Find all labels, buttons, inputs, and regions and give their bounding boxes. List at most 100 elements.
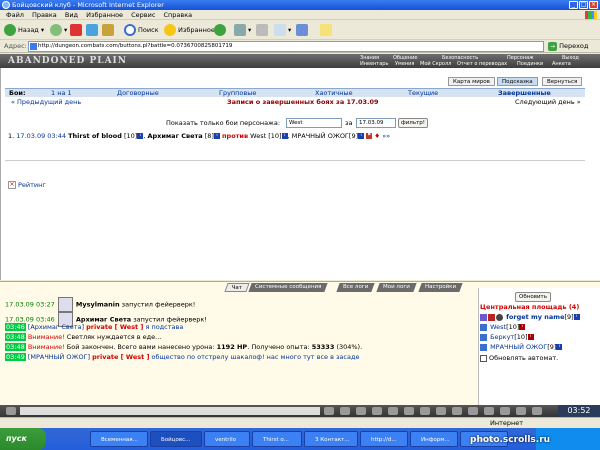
info-icon[interactable]: i xyxy=(213,133,220,139)
world-map-button[interactable]: Карта миров xyxy=(448,77,495,86)
menu-file[interactable]: Файл xyxy=(6,10,24,20)
prev-day-link[interactable]: « Предыдущий день xyxy=(11,97,81,107)
info-icon[interactable]: i xyxy=(358,133,365,139)
player-list-item[interactable]: Беркут[10] i xyxy=(480,332,534,342)
nav-my-scroll[interactable]: Мой Скролл xyxy=(420,61,451,67)
team1-player[interactable]: Thirst of blood xyxy=(68,132,122,140)
edit-button[interactable]: ▾ xyxy=(274,23,291,37)
info-icon[interactable]: i xyxy=(519,324,526,330)
toolbar-icon[interactable] xyxy=(340,407,350,415)
messenger-button[interactable] xyxy=(296,23,310,37)
nav-profile[interactable]: Анкета xyxy=(552,61,571,67)
menu-view[interactable]: Вид xyxy=(65,10,78,20)
back-button[interactable]: Назад ▾ xyxy=(4,23,44,37)
chat-sender[interactable]: [Архимаг Света] xyxy=(28,323,84,331)
player-name[interactable]: Беркут xyxy=(490,333,514,341)
return-button[interactable]: Вернуться xyxy=(542,77,583,86)
refresh-list-button[interactable]: Обновить xyxy=(515,292,551,302)
rating-link[interactable]: × Рейтинг xyxy=(8,180,46,190)
info-icon[interactable]: i xyxy=(573,314,580,320)
player-list-item[interactable]: МРАЧНЫЙ ОЖОГ[9] i xyxy=(480,342,563,352)
stop-icon xyxy=(70,24,82,36)
minimize-button[interactable]: _ xyxy=(569,1,578,9)
hint-button[interactable]: Подсказка xyxy=(497,77,538,86)
chat-input[interactable] xyxy=(20,407,320,415)
info-icon[interactable]: i xyxy=(137,133,144,139)
team1-player2[interactable]: Архимаг Света xyxy=(147,132,202,140)
menu-tools[interactable]: Сервис xyxy=(131,10,155,20)
chat-sender[interactable]: Mysylmanin xyxy=(76,301,120,309)
next-day-link[interactable]: Следующий день » xyxy=(515,97,581,107)
auto-refresh-checkbox[interactable]: Обновлять автомат. xyxy=(480,354,558,362)
toolbar-icon[interactable] xyxy=(356,407,366,415)
toolbar-icon[interactable] xyxy=(452,407,462,415)
toolbar-icon[interactable] xyxy=(500,407,510,415)
window-title: Бойцовский клуб - Microsoft Internet Exp… xyxy=(12,1,164,9)
toolbar-icon[interactable] xyxy=(420,407,430,415)
taskbar-item[interactable]: http://d... xyxy=(360,431,408,447)
toolbar-icon[interactable] xyxy=(532,407,542,415)
nav-transfers[interactable]: Отчет о переводах xyxy=(457,61,507,67)
toolbar-icon[interactable] xyxy=(324,407,334,415)
back-label: Назад xyxy=(18,26,39,34)
info-icon[interactable]: i xyxy=(556,344,563,350)
taskbar-item[interactable]: 3 Контакт... xyxy=(304,431,358,447)
chat-sender[interactable]: [МРАЧНЫЙ ОЖОГ] xyxy=(28,353,90,361)
info-icon[interactable]: i xyxy=(527,334,534,340)
toolbar-icon[interactable] xyxy=(468,407,478,415)
tab-chat[interactable]: Чат xyxy=(224,283,250,292)
nav-duels[interactable]: Поединки xyxy=(517,61,543,67)
home-button[interactable] xyxy=(102,23,116,37)
go-button[interactable]: → Переход xyxy=(548,41,598,52)
player-list-item[interactable]: West[10] i xyxy=(480,322,526,332)
player-name[interactable]: West xyxy=(490,323,506,331)
history-button[interactable] xyxy=(214,23,228,37)
toolbar-icon[interactable] xyxy=(404,407,414,415)
tab-settings[interactable]: Настройки xyxy=(418,283,463,292)
player-list-item[interactable]: forget my name[9] i xyxy=(480,312,580,322)
date-filter-input[interactable]: 17.03.09 xyxy=(356,118,396,128)
player-name[interactable]: МРАЧНЫЙ ОЖОГ xyxy=(490,343,547,351)
tab-all-logs[interactable]: Все логи xyxy=(336,283,375,292)
notes-button[interactable] xyxy=(320,23,334,37)
enemy2-player[interactable]: МРАЧНЫЙ ОЖОГ xyxy=(292,132,349,140)
tab-my-logs[interactable]: Мои логи xyxy=(376,283,417,292)
start-button[interactable]: пуск xyxy=(0,428,46,450)
print-button[interactable] xyxy=(256,23,270,37)
checkbox[interactable] xyxy=(480,354,487,362)
maximize-button[interactable]: □ xyxy=(579,1,588,9)
menu-favorites[interactable]: Избранное xyxy=(86,10,123,20)
address-input[interactable]: http://dungeon.combats.com/buttons.pl?ba… xyxy=(28,41,544,52)
tab-system-messages[interactable]: Системные сообщения xyxy=(248,283,329,292)
taskbar-item[interactable]: Бойцовс... xyxy=(150,431,202,447)
toolbar-icon[interactable] xyxy=(388,407,398,415)
chat-input-icon[interactable] xyxy=(6,407,16,415)
battle-log-link[interactable]: »» xyxy=(382,132,390,140)
menu-edit[interactable]: Правка xyxy=(32,10,57,20)
menu-help[interactable]: Справка xyxy=(164,10,193,20)
nav-inventory[interactable]: Инвентарь xyxy=(360,61,388,67)
refresh-button[interactable] xyxy=(86,23,100,37)
filter-button[interactable]: фильтр! xyxy=(398,118,428,128)
stop-button[interactable] xyxy=(70,23,84,37)
favorites-button[interactable]: Избранное xyxy=(164,23,215,37)
enemy1-player[interactable]: West xyxy=(250,132,266,140)
mail-button[interactable]: ▾ xyxy=(234,23,251,37)
private-tag[interactable]: private [ West ] xyxy=(92,353,149,361)
character-filter-input[interactable]: West xyxy=(286,118,342,128)
nav-skills[interactable]: Умения xyxy=(395,61,414,67)
toolbar-icon[interactable] xyxy=(484,407,494,415)
forward-button[interactable]: ▾ xyxy=(50,23,67,37)
search-button[interactable]: Поиск xyxy=(124,23,159,37)
taskbar-item[interactable]: Информ... xyxy=(410,431,458,447)
taskbar-item[interactable]: Thirst o... xyxy=(252,431,302,447)
toolbar-icon[interactable] xyxy=(372,407,382,415)
taskbar-item[interactable]: Всеменная... xyxy=(90,431,148,447)
private-tag[interactable]: private [ West ] xyxy=(86,323,143,331)
taskbar-item[interactable]: ventrilo xyxy=(204,431,250,447)
toolbar-icon[interactable] xyxy=(516,407,526,415)
player-name[interactable]: forget my name xyxy=(506,313,564,321)
toolbar-icon[interactable] xyxy=(436,407,446,415)
close-button[interactable]: × xyxy=(589,1,598,9)
info-icon[interactable]: i xyxy=(281,133,288,139)
